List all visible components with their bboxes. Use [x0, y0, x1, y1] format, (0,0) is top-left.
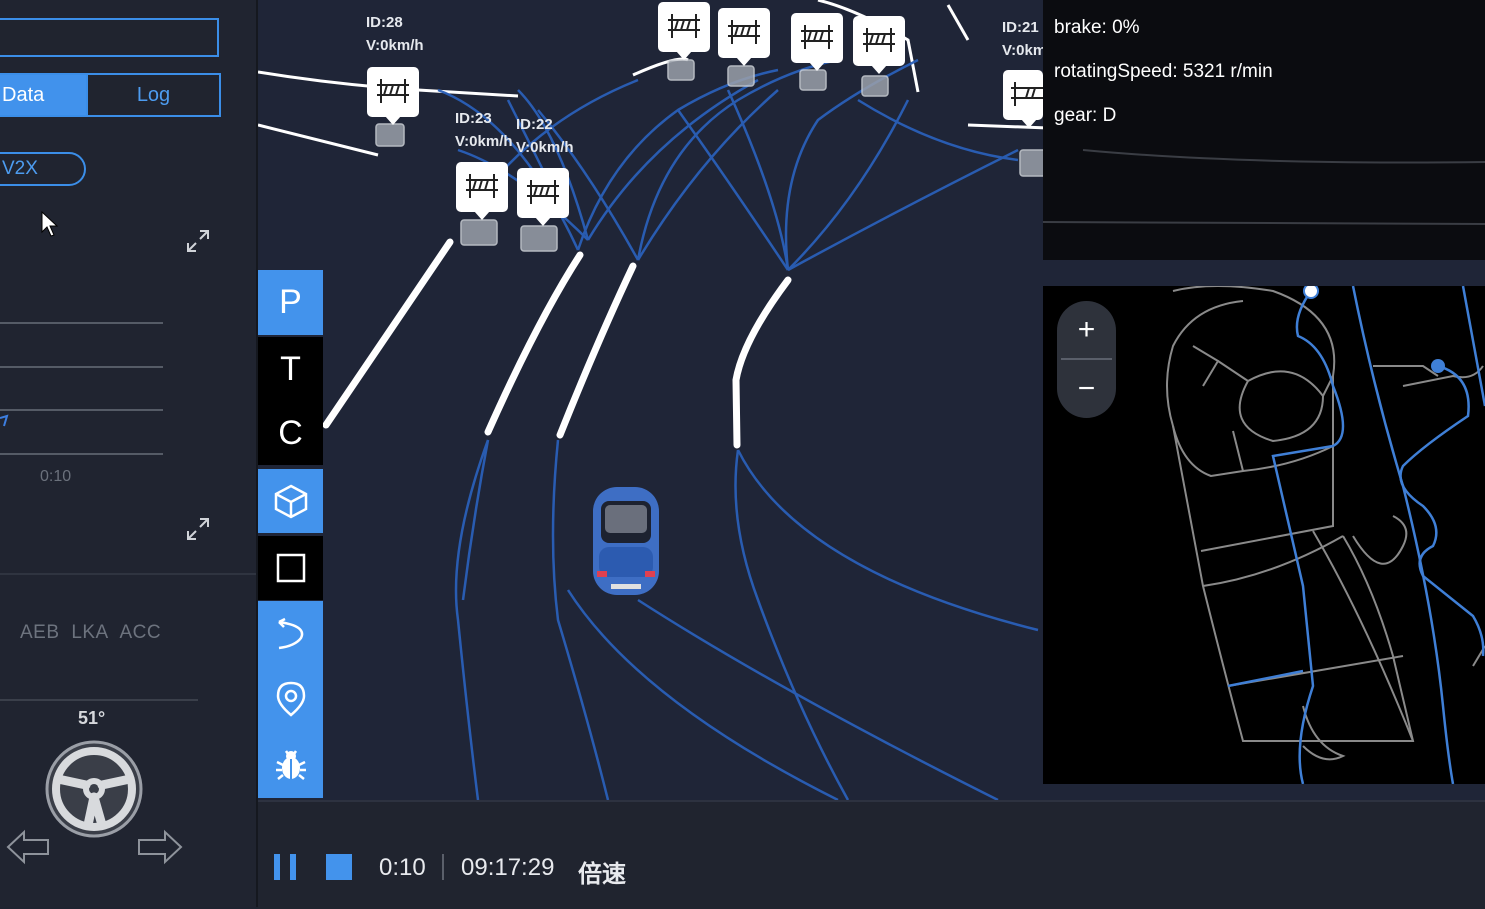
pause-icon[interactable] [272, 852, 302, 882]
barrier-tag[interactable] [791, 13, 843, 71]
barrier-tag[interactable] [367, 67, 419, 125]
object-label-22: ID:22 V:0km/h [516, 113, 574, 159]
chart-gridline [0, 453, 163, 455]
chart-tick-label: 0:10 [40, 468, 72, 485]
barrier-icon [863, 28, 895, 52]
trajectory-button[interactable] [258, 601, 323, 666]
zoom-out-button[interactable]: − [1057, 360, 1116, 418]
debug-button[interactable] [258, 732, 323, 798]
tab-data[interactable]: Data [0, 73, 88, 117]
barrier-tag[interactable] [853, 16, 905, 74]
object-id: ID:23 [455, 110, 492, 127]
bug-icon [275, 750, 306, 780]
chase-view-button[interactable]: C [258, 401, 323, 465]
barrier-icon [728, 20, 760, 44]
trajectory-icon [277, 617, 303, 649]
barrier-icon [466, 174, 498, 198]
object-speed: V:0km/h [455, 133, 513, 150]
top-view-button[interactable]: T [258, 337, 323, 401]
square-icon [276, 553, 305, 583]
steering-wheel-icon [45, 740, 143, 838]
barrier-tag[interactable] [658, 2, 710, 60]
elapsed-time: 0:10 [379, 854, 426, 881]
adas-lka: LKA [71, 622, 109, 643]
adas-aeb: AEB [20, 622, 60, 643]
brake-value: brake: 0% [1054, 17, 1140, 38]
cursor-icon [41, 210, 59, 237]
object-id: ID:28 [366, 14, 403, 31]
cube-icon [274, 484, 307, 519]
chart-gridline [0, 322, 163, 324]
gear-value: gear: D [1054, 105, 1117, 126]
arrow-left-icon[interactable] [6, 829, 50, 865]
location-button[interactable] [258, 666, 323, 732]
barrier-icon [1011, 82, 1043, 106]
steering-angle: 51° [78, 708, 106, 728]
divider [0, 699, 198, 701]
expand-icon[interactable] [185, 228, 211, 254]
v2x-button[interactable]: V2X [0, 152, 86, 186]
view-toolbar: P T C [258, 270, 323, 798]
barrier-tag[interactable] [1003, 70, 1043, 128]
chart-gridline [0, 366, 163, 368]
adas-status: AEB LKA ACC [20, 622, 167, 644]
location-pin-icon [276, 681, 305, 717]
mini-map[interactable]: + − [1043, 286, 1485, 784]
barrier-icon [801, 25, 833, 49]
info-graph-lines [1043, 149, 1485, 225]
ego-vehicle-car [593, 487, 659, 595]
object-id: ID:22 [516, 116, 553, 133]
tab-log[interactable]: Log [86, 73, 221, 117]
stop-icon[interactable] [324, 852, 354, 882]
arrow-right-icon[interactable] [137, 829, 183, 865]
barrier-tag[interactable] [718, 8, 770, 66]
chart-series-line [0, 414, 9, 427]
vehicle-info-panel: brake: 0% rotatingSpeed: 5321 r/min gear… [1043, 0, 1485, 260]
object-speed: V:0km/h [516, 139, 574, 156]
object-speed: V:0km/h [366, 37, 424, 54]
cube-button[interactable] [258, 469, 323, 533]
expand-icon[interactable] [185, 516, 211, 542]
object-label-28: ID:28 V:0km/h [366, 11, 424, 57]
barrier-icon [527, 180, 559, 204]
left-panel: Data Log V2X 0:10 AEB LKA ACC 51° [0, 0, 258, 907]
object-label-23: ID:23 V:0km/h [455, 107, 513, 153]
adas-acc: ACC [119, 622, 162, 643]
barrier-icon [377, 79, 409, 103]
barrier-icon [668, 14, 700, 38]
search-input[interactable] [0, 18, 219, 57]
map-end-marker [1431, 359, 1445, 373]
square-button[interactable] [258, 536, 323, 600]
barrier-tag[interactable] [517, 168, 569, 226]
zoom-control: + − [1057, 301, 1116, 418]
zoom-in-button[interactable]: + [1057, 301, 1116, 359]
chart-gridline [0, 409, 163, 411]
rotating-speed-value: rotatingSpeed: 5321 r/min [1054, 61, 1273, 82]
divider [442, 854, 444, 880]
clock-time: 09:17:29 [461, 854, 555, 881]
playback-bar: 0:10 09:17:29 倍速 [258, 800, 1485, 909]
map-start-marker [1303, 286, 1319, 299]
lane-markings [322, 238, 792, 449]
barrier-tag[interactable] [456, 162, 508, 220]
perspective-button[interactable]: P [258, 270, 323, 335]
divider [0, 573, 256, 575]
playback-speed-button[interactable]: 倍速 [578, 854, 626, 889]
